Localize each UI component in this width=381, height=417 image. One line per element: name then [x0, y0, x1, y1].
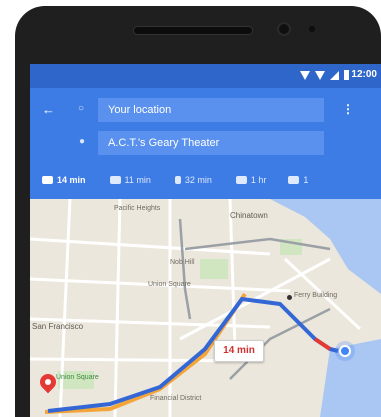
bluetooth-icon: [300, 70, 310, 80]
map-view[interactable]: Pacific Heights Chinatown Nob Hill Union…: [30, 198, 381, 417]
mode-transit[interactable]: 11 min: [109, 175, 151, 185]
destination-field[interactable]: A.C.T.'s Geary Theater: [98, 131, 324, 155]
pin-center: [45, 379, 51, 385]
map-label: Union Square: [56, 374, 99, 381]
mode-drive[interactable]: 14 min: [42, 175, 86, 185]
speaker-grille: [133, 26, 253, 35]
battery-icon: [344, 70, 349, 80]
more-vert-icon[interactable]: ⋮: [342, 102, 354, 116]
mode-transit-label: 11 min: [124, 175, 151, 185]
mode-ride-label: 1 hr: [250, 175, 267, 185]
mode-walk[interactable]: 32 min: [174, 175, 212, 185]
map-label: Financial District: [150, 395, 202, 402]
travel-mode-bar: 14 min 11 min 32 min 1 hr 1: [30, 164, 381, 196]
mode-bike-label: 1: [303, 175, 309, 185]
transit-icon: [109, 176, 121, 184]
map-canvas: [30, 198, 381, 417]
status-icons: [300, 70, 349, 80]
mode-bike[interactable]: 1: [288, 175, 308, 185]
map-label: San Francisco: [32, 322, 84, 331]
map-label: Nob Hill: [170, 259, 195, 266]
origin-field[interactable]: Your location: [98, 98, 324, 122]
current-location-icon: [339, 345, 351, 357]
phone-screen: 12:00 ← ○ ● Your location A.C.T.'s Geary…: [30, 64, 381, 417]
map-label: Union Square: [148, 281, 191, 288]
wifi-icon: [315, 70, 325, 80]
walk-icon: [174, 176, 181, 184]
park-area: [200, 259, 228, 279]
directions-header: 12:00 ← ○ ● Your location A.C.T.'s Geary…: [30, 64, 381, 199]
origin-dot-icon: ○: [78, 103, 85, 114]
mode-walk-label: 32 min: [184, 175, 212, 185]
map-label: Ferry Building: [294, 292, 338, 299]
place-marker: [287, 295, 292, 300]
status-time: 12:00: [351, 69, 377, 80]
sensor-dot: [309, 26, 315, 32]
front-camera: [277, 22, 291, 36]
back-arrow-icon[interactable]: ←: [42, 102, 55, 117]
mode-ride[interactable]: 1 hr: [235, 175, 267, 185]
car-icon: [42, 176, 53, 184]
bike-icon: [288, 176, 300, 184]
location-pin-icon: ●: [79, 136, 86, 147]
map-label: Chinatown: [230, 211, 268, 220]
cell-signal-icon: [330, 70, 339, 80]
map-label: Pacific Heights: [114, 205, 161, 212]
mode-drive-label: 14 min: [57, 175, 86, 185]
route-time-badge[interactable]: 14 min: [214, 340, 264, 362]
status-bar: 12:00: [30, 64, 381, 88]
ride-icon: [235, 176, 247, 184]
